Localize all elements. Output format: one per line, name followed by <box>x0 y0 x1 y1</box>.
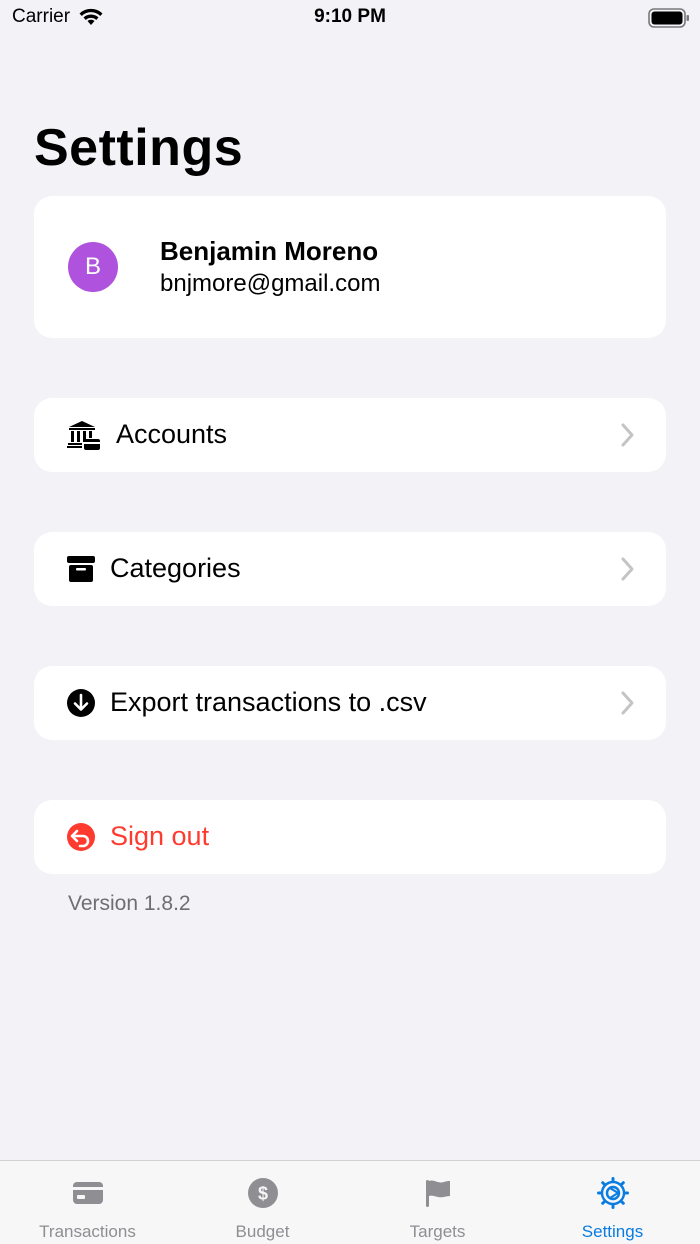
categories-label: Categories <box>110 553 241 583</box>
status-bar: Carrier 9:10 PM <box>0 0 700 40</box>
profile-name: Benjamin Moreno <box>160 236 379 266</box>
categories-row[interactable]: Categories <box>34 532 666 606</box>
tab-bar: Transactions $ Budget Targets Settings <box>0 1160 700 1244</box>
sign-out-label: Sign out <box>110 821 210 851</box>
page-title: Settings <box>34 119 244 177</box>
flag-icon <box>426 1180 450 1207</box>
gear-icon <box>597 1177 629 1209</box>
tab-transactions[interactable]: Transactions <box>0 1161 175 1244</box>
svg-text:$: $ <box>258 1184 268 1204</box>
version-label: Version 1.8.2 <box>68 892 191 915</box>
archive-box-icon <box>64 552 98 586</box>
tab-label-budget: Budget <box>235 1222 290 1241</box>
profile-card[interactable]: B Benjamin Moreno bnjmore@gmail.com <box>34 196 666 338</box>
chevron-right-icon <box>621 423 634 447</box>
battery-icon <box>648 8 689 28</box>
profile-email: bnjmore@gmail.com <box>160 270 381 297</box>
tab-budget[interactable]: $ Budget <box>175 1161 350 1244</box>
status-time: 9:10 PM <box>314 6 386 27</box>
sign-out-row[interactable]: Sign out <box>34 800 666 874</box>
sign-out-arrow-icon <box>64 820 98 854</box>
credit-card-icon <box>73 1182 103 1204</box>
tab-targets[interactable]: Targets <box>350 1161 525 1244</box>
tab-label-transactions: Transactions <box>39 1222 136 1241</box>
dollar-circle-icon: $ <box>248 1178 278 1208</box>
chevron-right-icon <box>621 691 634 715</box>
settings-screen: Carrier 9:10 PM Settings B Benjamin More… <box>0 0 700 1244</box>
export-csv-row[interactable]: Export transactions to .csv <box>34 666 666 740</box>
export-label: Export transactions to .csv <box>110 687 427 717</box>
accounts-label: Accounts <box>116 419 228 449</box>
tab-settings[interactable]: Settings <box>525 1161 700 1244</box>
download-circle-icon <box>64 686 98 720</box>
tab-label-targets: Targets <box>409 1222 466 1241</box>
bank-icon <box>66 418 100 452</box>
accounts-row[interactable]: Accounts <box>34 398 666 472</box>
avatar: B <box>68 242 118 292</box>
chevron-right-icon <box>621 557 634 581</box>
tab-label-settings: Settings <box>581 1222 644 1241</box>
